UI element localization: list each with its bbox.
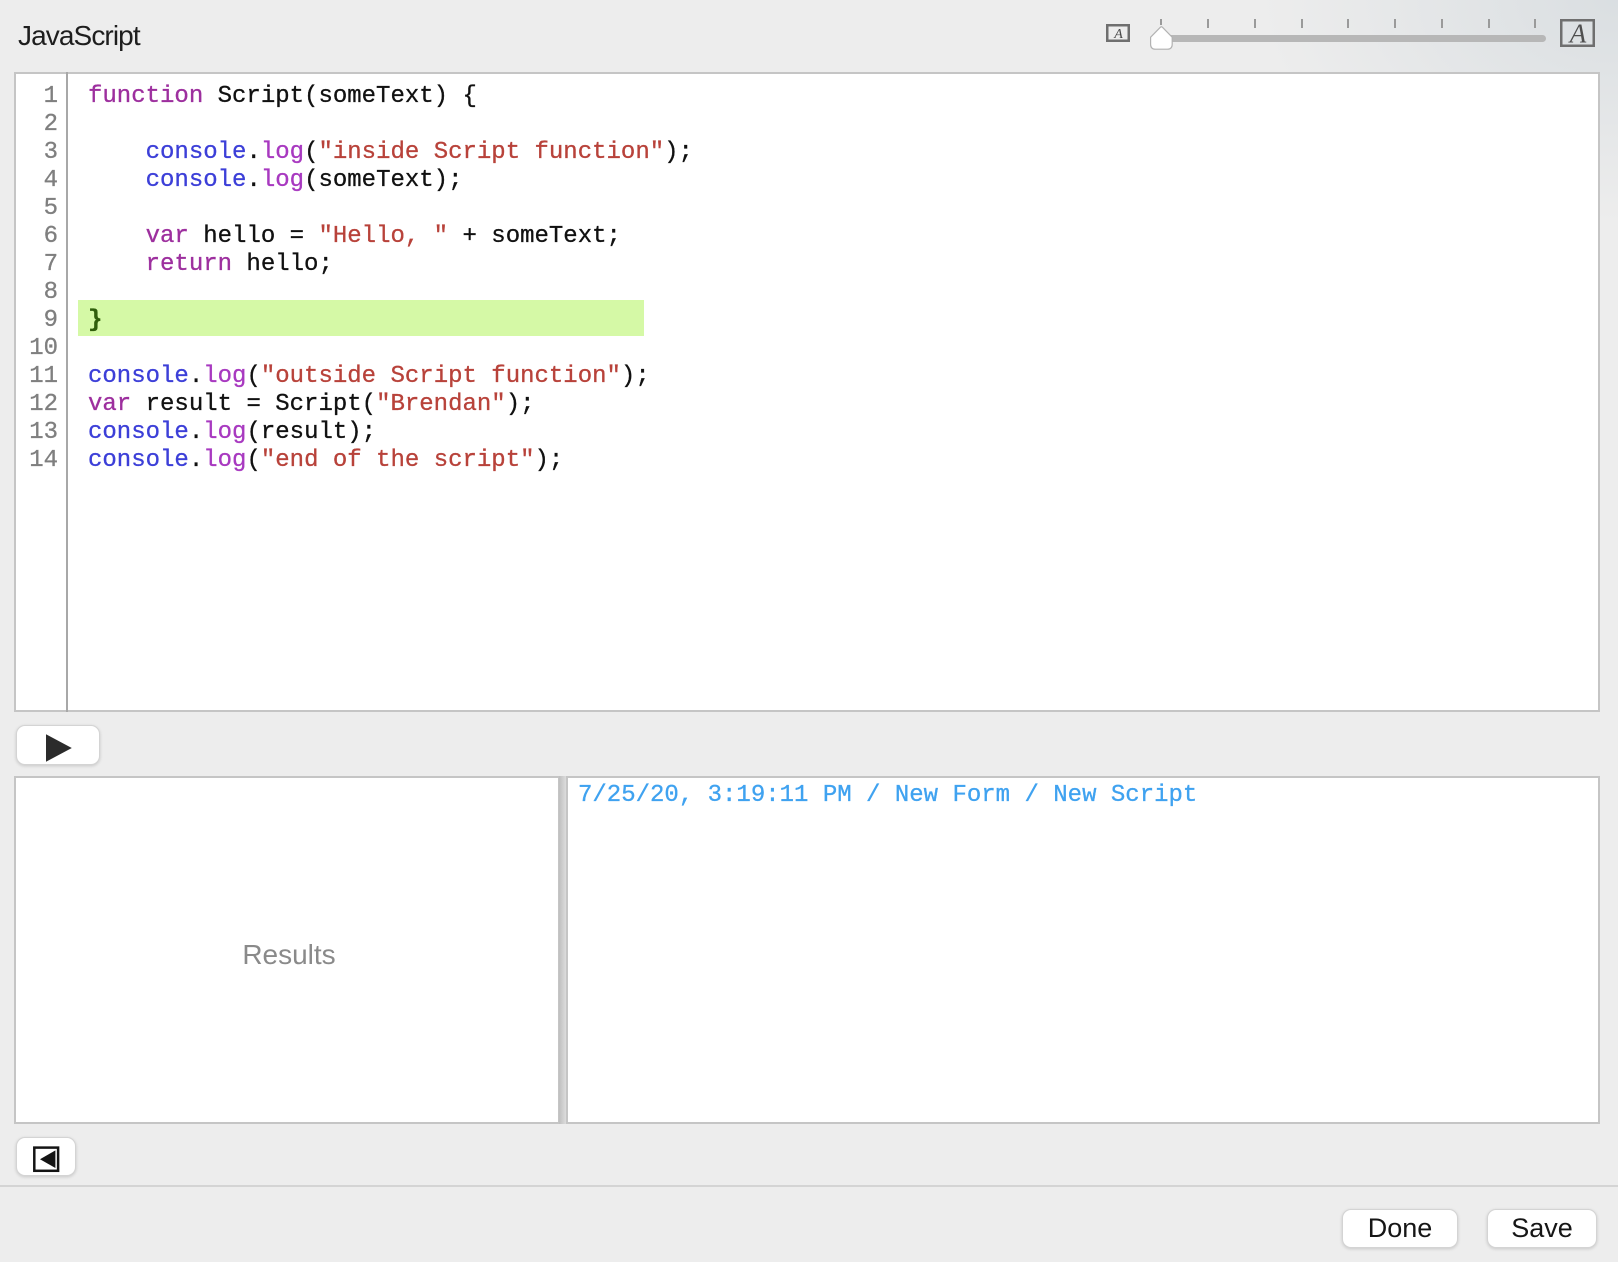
svg-text:A: A [1568,19,1587,47]
svg-text:A: A [1113,27,1123,42]
